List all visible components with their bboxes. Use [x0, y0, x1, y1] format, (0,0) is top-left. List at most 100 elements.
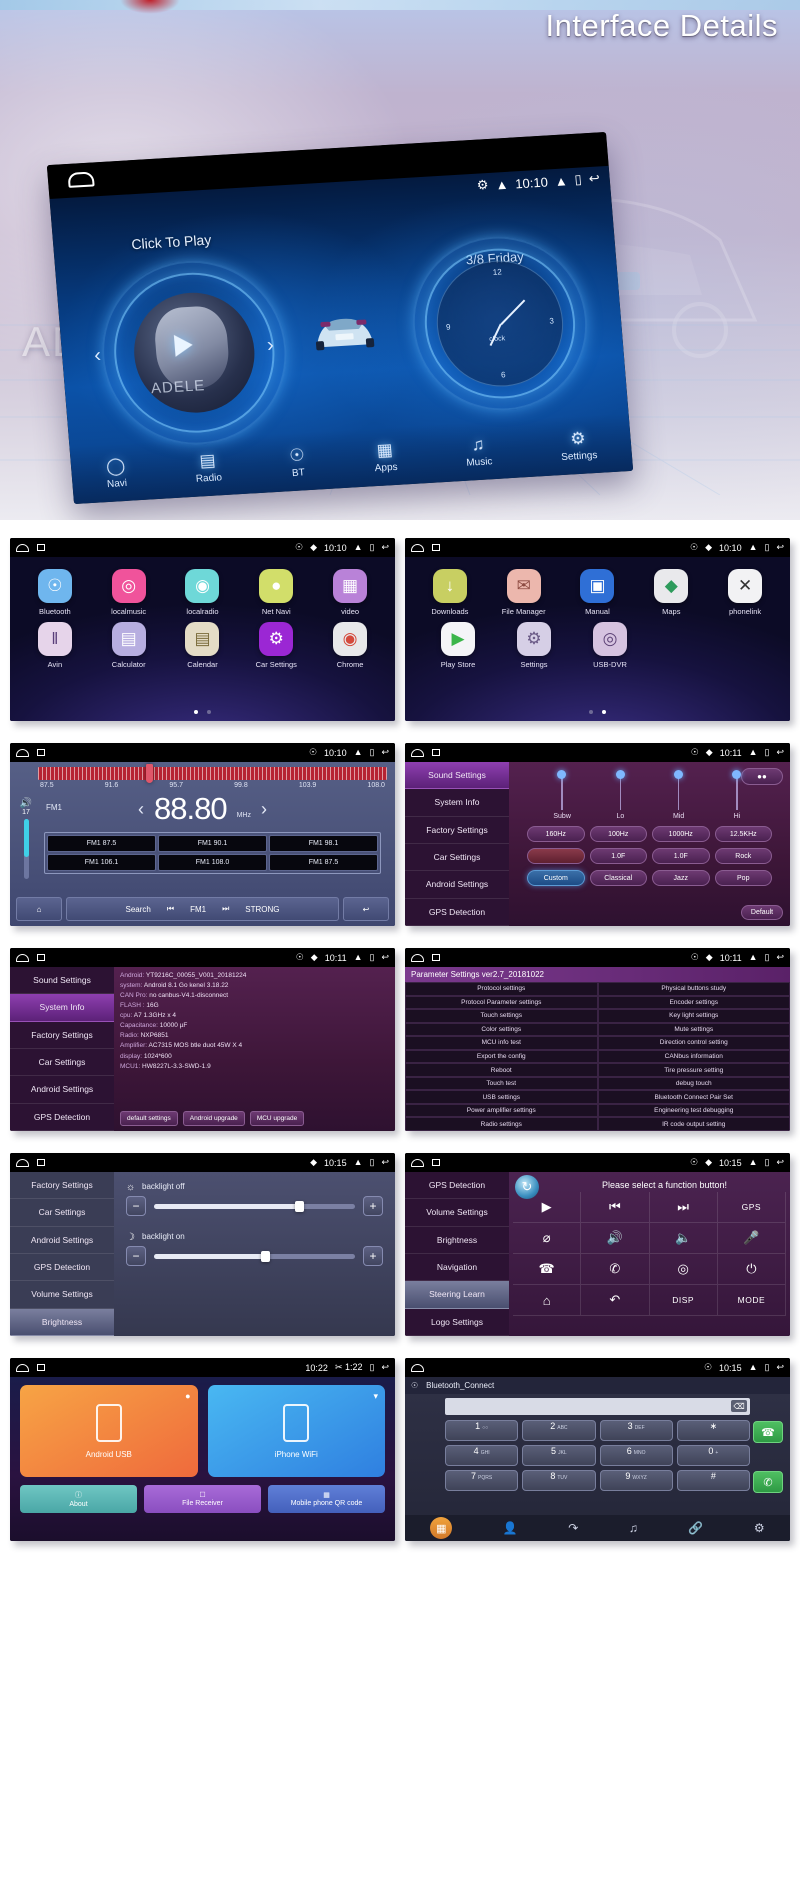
key-star[interactable]: ∗ [676, 1420, 750, 1441]
page-dot[interactable] [589, 710, 593, 714]
recents-icon[interactable] [37, 749, 45, 756]
app-video[interactable]: ▦ video [319, 569, 381, 616]
recents-icon[interactable]: ▯ [370, 543, 375, 552]
chevron-up-icon[interactable]: ▲ [749, 748, 758, 757]
back-icon[interactable]: ↩ [776, 543, 784, 552]
increase-button[interactable]: + [363, 1196, 383, 1216]
home-icon[interactable] [411, 953, 424, 962]
key-hash[interactable]: # [676, 1470, 750, 1491]
home-icon[interactable] [67, 171, 95, 188]
key-0[interactable]: 0 + [676, 1445, 750, 1466]
preset-button[interactable]: FM1 90.1 [158, 835, 267, 852]
tuning-bar[interactable] [38, 764, 387, 783]
preset-button[interactable]: FM1 108.0 [158, 854, 267, 871]
default-button[interactable]: Default [741, 905, 783, 920]
chevron-up-icon[interactable]: ▲ [749, 543, 758, 552]
param-cell[interactable]: Bluetooth Connect Pair Set [597, 1090, 790, 1104]
back-icon[interactable]: ↩ [381, 1158, 389, 1167]
eq-gain-button[interactable]: Rock [714, 848, 772, 864]
sidebar-item-volume-settings[interactable]: Volume Settings [405, 1199, 509, 1227]
sidebar-item-navigation[interactable]: Navigation [405, 1254, 509, 1282]
recents-icon[interactable] [37, 544, 45, 551]
preset-button[interactable]: FM1 98.1 [269, 835, 378, 852]
recents-icon[interactable]: ▯ [370, 1363, 375, 1372]
preset-button[interactable]: FM1 106.1 [47, 854, 156, 871]
sidebar-item-sound-settings[interactable]: Sound Settings [10, 967, 114, 995]
eq-preset-custom[interactable]: Custom [527, 870, 585, 886]
brightness-slider[interactable] [154, 1200, 355, 1212]
home-icon[interactable] [16, 1158, 29, 1167]
chevron-up-icon[interactable]: ▲ [354, 953, 363, 962]
chevron-up-icon[interactable]: ▲ [749, 1158, 758, 1167]
app-usb-dvr[interactable]: ◎ USB-DVR [579, 622, 641, 669]
iphone-wifi-card[interactable]: ▾ iPhone WiFi [207, 1385, 385, 1477]
app-file-manager[interactable]: ✉ File Manager [493, 569, 555, 616]
key-7[interactable]: 7 PQRS [445, 1470, 519, 1491]
key-5[interactable]: 5 JKL [522, 1445, 596, 1466]
dialpad-icon[interactable]: ▦ [430, 1517, 453, 1539]
back-icon[interactable]: ↩ [381, 953, 389, 962]
recents-icon[interactable]: ▯ [370, 748, 375, 757]
param-cell[interactable]: Color settings [405, 1022, 598, 1037]
recents-icon[interactable] [432, 749, 440, 756]
next-icon[interactable]: ⏭ [222, 904, 229, 914]
sidebar-item-brightness[interactable]: Brightness [405, 1227, 509, 1254]
nav-item-bt[interactable]: ☉ BT [289, 445, 307, 479]
link-icon[interactable]: 🔗 [688, 1521, 703, 1535]
param-cell[interactable]: Key light settings [597, 1009, 790, 1023]
param-cell[interactable]: Engineering test debugging [597, 1103, 790, 1118]
recents-icon[interactable]: ▯ [765, 1363, 770, 1372]
app-maps[interactable]: ◆ Maps [640, 569, 702, 616]
sidebar-item-gps-detection[interactable]: GPS Detection [405, 899, 509, 926]
chevron-up-icon[interactable]: ▲ [354, 748, 363, 757]
page-dot[interactable] [207, 710, 211, 714]
back-icon[interactable]: ↩ [381, 1363, 389, 1372]
eq-freq-button[interactable]: 100Hz [589, 826, 647, 842]
eq-gain-button[interactable]: 1.0F [652, 848, 710, 864]
param-cell[interactable]: Protocol settings [405, 982, 598, 996]
chevron-up-icon[interactable]: ▲ [354, 543, 363, 552]
key-8[interactable]: 8 TUV [522, 1470, 596, 1491]
bt-music-icon[interactable]: ♫ [629, 1521, 638, 1535]
back-icon[interactable]: ↩ [381, 543, 389, 552]
android-upgrade-button[interactable]: Android upgrade [182, 1111, 245, 1126]
home-icon[interactable] [411, 1363, 424, 1372]
prev-station-icon[interactable]: ‹ [138, 799, 144, 820]
eq-gain-button[interactable] [527, 848, 585, 864]
chevron-up-icon[interactable]: ▲ [749, 953, 758, 962]
recents-icon[interactable] [432, 954, 440, 961]
key-9[interactable]: 9 WXYZ [599, 1470, 673, 1491]
home-button[interactable]: ⌂ [16, 897, 62, 921]
app-avin[interactable]: ‖ Avin [24, 622, 86, 669]
home-icon[interactable] [16, 748, 29, 757]
sidebar-item-sound-settings[interactable]: Sound Settings [405, 762, 509, 790]
brightness-slider[interactable] [154, 1250, 355, 1262]
bt-back-icon[interactable]: ☉ [411, 1381, 418, 1390]
file-receiver-button[interactable]: ☐ File Receiver [144, 1485, 261, 1513]
mute-icon[interactable]: ⌀ [513, 1223, 582, 1254]
key-6[interactable]: 6 MNO [599, 1445, 673, 1466]
home-icon[interactable] [411, 543, 424, 552]
increase-button[interactable]: + [363, 1246, 383, 1266]
sidebar-item-android-settings[interactable]: Android Settings [405, 871, 509, 899]
nav-item-music[interactable]: ♫ Music [464, 434, 493, 468]
back-icon[interactable]: ↩ [776, 1363, 784, 1372]
sidebar-item-system-info[interactable]: System Info [10, 994, 114, 1022]
param-cell[interactable]: Mute settings [597, 1022, 790, 1037]
recents-icon[interactable] [37, 954, 45, 961]
prev-track-icon[interactable]: ⏮ [581, 1192, 650, 1223]
back-icon[interactable]: ↩ [381, 748, 389, 757]
sidebar-item-steering-learn[interactable]: Steering Learn [405, 1281, 509, 1309]
decrease-button[interactable]: − [126, 1196, 146, 1216]
eq-preset-pop[interactable]: Pop [714, 870, 772, 886]
volume-control[interactable]: 🔊 17 [16, 798, 36, 879]
back-icon[interactable]: ↩ [776, 953, 784, 962]
chevron-up-icon[interactable]: ▲ [354, 1158, 363, 1167]
param-cell[interactable]: Direction control setting [597, 1036, 790, 1050]
app-net-navi[interactable]: ● Net Navi [245, 569, 307, 616]
sidebar-item-car-settings[interactable]: Car Settings [405, 844, 509, 872]
nav-item-navi[interactable]: ◯ Navi [105, 455, 127, 490]
recents-icon[interactable] [432, 1159, 440, 1166]
band-button[interactable]: FM1 [190, 905, 206, 914]
app-downloads[interactable]: ↓ Downloads [419, 569, 481, 616]
